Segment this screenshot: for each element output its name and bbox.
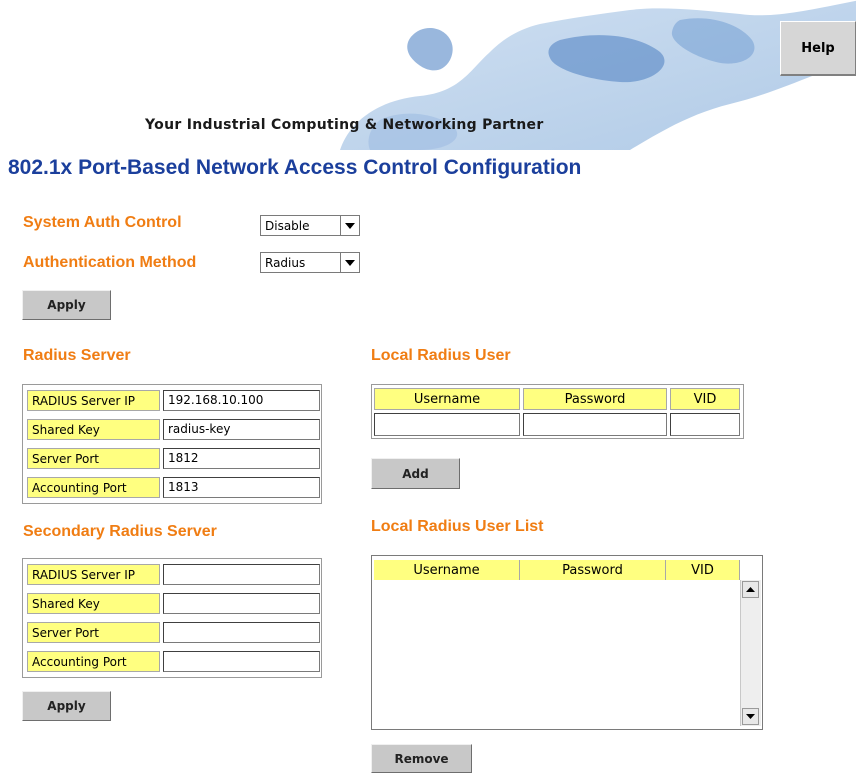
secondary-radius-server-table: RADIUS Server IP Shared Key Server Port …: [22, 558, 322, 678]
local-radius-user-list-title: Local Radius User List: [371, 518, 544, 535]
system-auth-control-select[interactable]: Disable: [260, 215, 360, 236]
local-radius-user-list[interactable]: Username Password VID: [371, 555, 763, 730]
user-list-col-vid: VID: [666, 560, 740, 580]
remove-user-button[interactable]: Remove: [371, 744, 472, 773]
secondary-ip-label: RADIUS Server IP: [27, 564, 160, 585]
secondary-port-label: Server Port: [27, 622, 160, 643]
secondary-row-key: Shared Key: [23, 590, 321, 616]
secondary-acct-label: Accounting Port: [27, 651, 160, 672]
radius-server-table: RADIUS Server IP 192.168.10.100 Shared K…: [22, 384, 322, 504]
add-user-button[interactable]: Add: [371, 458, 460, 489]
local-user-col-password: Password: [523, 388, 667, 410]
secondary-port-input[interactable]: [163, 622, 320, 643]
radius-row-port: Server Port 1812: [23, 445, 321, 471]
radius-server-title: Radius Server: [23, 347, 131, 364]
system-auth-control-value: Disable: [261, 216, 341, 235]
secondary-key-input[interactable]: [163, 593, 320, 614]
secondary-acct-input[interactable]: [163, 651, 320, 672]
auth-method-label: Authentication Method: [23, 254, 197, 271]
radius-row-ip: RADIUS Server IP 192.168.10.100: [23, 387, 321, 413]
local-user-col-vid: VID: [670, 388, 740, 410]
dropdown-arrow-icon: [341, 216, 359, 235]
secondary-row-ip: RADIUS Server IP: [23, 561, 321, 587]
dropdown-arrow-icon: [341, 253, 359, 272]
radius-ip-label: RADIUS Server IP: [27, 390, 160, 411]
secondary-ip-input[interactable]: [163, 564, 320, 585]
system-auth-control-label: System Auth Control: [23, 214, 182, 231]
secondary-key-label: Shared Key: [27, 593, 160, 614]
secondary-row-acct: Accounting Port: [23, 648, 321, 674]
local-radius-user-table: Username Password VID: [371, 384, 744, 439]
radius-ip-input[interactable]: 192.168.10.100: [163, 390, 320, 411]
radius-key-input[interactable]: radius-key: [163, 419, 320, 440]
local-user-username-input[interactable]: [374, 413, 520, 436]
auth-apply-button[interactable]: Apply: [22, 290, 111, 320]
help-button[interactable]: Help: [780, 21, 856, 76]
user-list-col-password: Password: [520, 560, 666, 580]
user-list-col-username: Username: [374, 560, 520, 580]
local-radius-user-title: Local Radius User: [371, 347, 511, 364]
secondary-apply-button[interactable]: Apply: [22, 691, 111, 721]
auth-method-value: Radius: [261, 253, 341, 272]
local-user-col-username: Username: [374, 388, 520, 410]
radius-row-key: Shared Key radius-key: [23, 416, 321, 442]
user-list-scrollbar[interactable]: [740, 580, 761, 726]
local-user-password-input[interactable]: [523, 413, 667, 436]
scroll-down-arrow-icon[interactable]: [742, 708, 759, 725]
radius-acct-input[interactable]: 1813: [163, 477, 320, 498]
auth-method-select[interactable]: Radius: [260, 252, 360, 273]
tagline: Your Industrial Computing & Networking P…: [145, 117, 544, 133]
scroll-up-arrow-icon[interactable]: [742, 581, 759, 598]
radius-port-input[interactable]: 1812: [163, 448, 320, 469]
secondary-radius-server-title: Secondary Radius Server: [23, 523, 217, 540]
radius-port-label: Server Port: [27, 448, 160, 469]
secondary-row-port: Server Port: [23, 619, 321, 645]
radius-acct-label: Accounting Port: [27, 477, 160, 498]
local-user-vid-input[interactable]: [670, 413, 740, 436]
radius-row-acct: Accounting Port 1813: [23, 474, 321, 500]
page-title: 802.1x Port-Based Network Access Control…: [8, 156, 582, 179]
radius-key-label: Shared Key: [27, 419, 160, 440]
